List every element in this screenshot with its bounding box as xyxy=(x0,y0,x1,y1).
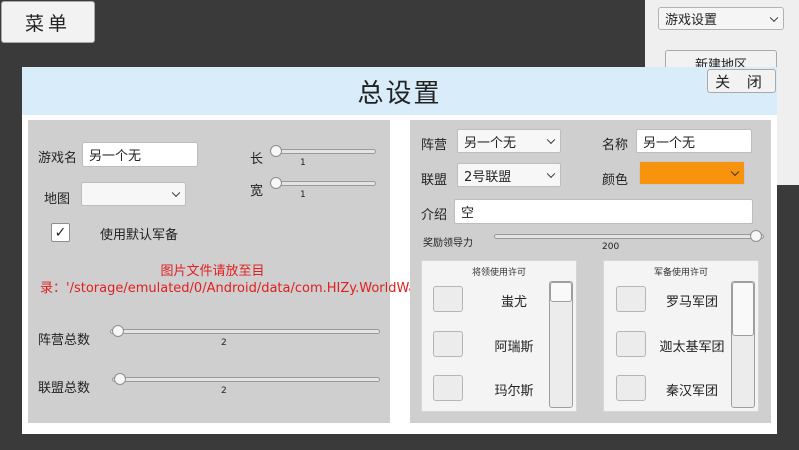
alliance-label: 联盟 xyxy=(421,173,448,188)
slider-track xyxy=(270,181,376,186)
general-permission-list: 将领使用许可 蚩尤 阿瑞斯 玛尔斯 xyxy=(421,260,577,412)
intro-input[interactable]: 空 xyxy=(454,199,753,224)
faction-label: 阵营 xyxy=(421,138,448,153)
equipment-name: 罗马军团 xyxy=(665,295,718,310)
equipment-list-scrollbar[interactable] xyxy=(731,281,755,408)
width-value: 1 xyxy=(300,190,306,200)
reward-label: 奖励领导力 xyxy=(423,238,473,249)
equipment-permission-list: 军备使用许可 罗马军团 迦太基军团 秦汉军团 xyxy=(603,260,759,412)
general-name: 蚩尤 xyxy=(500,295,527,310)
faction-total-value: 2 xyxy=(221,338,227,348)
list-item: 罗马军团 xyxy=(616,286,736,316)
scrollbar-handle[interactable] xyxy=(732,282,754,336)
game-settings-dropdown-value: 游戏设置 xyxy=(665,13,718,28)
map-dropdown[interactable] xyxy=(81,182,186,206)
list-item: 玛尔斯 xyxy=(433,375,563,405)
chevron-down-icon xyxy=(730,167,740,177)
default-equipment-label: 使用默认军备 xyxy=(100,228,179,243)
game-name-label: 游戏名 xyxy=(38,151,78,166)
alliance-total-slider[interactable] xyxy=(112,373,380,385)
slider-track xyxy=(270,149,376,154)
chevron-down-icon xyxy=(171,188,181,198)
game-settings-panel: 游戏名 另一个无 地图 长 1 宽 1 ✓ 使用默认军备 图片文件请放至目录：'… xyxy=(28,120,621,423)
faction-total-slider[interactable] xyxy=(110,325,380,337)
close-button[interactable]: 关 闭 xyxy=(707,69,776,93)
slider-thumb[interactable] xyxy=(750,230,762,242)
permission-checkbox[interactable] xyxy=(616,375,646,401)
alliance-dropdown-value: 2号联盟 xyxy=(464,169,512,185)
list-item: 蚩尤 xyxy=(433,286,563,316)
general-list-scrollbar[interactable] xyxy=(549,281,573,408)
menu-button[interactable]: 菜单 xyxy=(1,1,95,43)
length-value: 1 xyxy=(300,158,306,168)
chevron-down-icon xyxy=(546,135,556,145)
general-name: 阿瑞斯 xyxy=(494,340,534,355)
permission-checkbox[interactable] xyxy=(433,375,463,401)
alliance-total-label: 联盟总数 xyxy=(38,381,91,396)
faction-total-label: 阵营总数 xyxy=(38,333,91,348)
intro-label: 介绍 xyxy=(421,208,448,223)
alliance-dropdown[interactable]: 2号联盟 xyxy=(457,163,561,187)
dialog-title: 总设置 xyxy=(357,79,442,109)
permission-checkbox[interactable] xyxy=(433,331,463,357)
game-name-input[interactable]: 另一个无 xyxy=(82,142,198,167)
equipment-permission-title: 军备使用许可 xyxy=(653,268,708,278)
length-label: 长 xyxy=(250,152,264,167)
permission-checkbox[interactable] xyxy=(616,331,646,357)
permission-checkbox[interactable] xyxy=(616,286,646,312)
name-input[interactable]: 另一个无 xyxy=(636,129,752,153)
permission-checkbox[interactable] xyxy=(433,286,463,312)
general-name: 玛尔斯 xyxy=(494,384,534,399)
general-permission-title: 将领使用许可 xyxy=(471,268,526,278)
chevron-down-icon xyxy=(769,13,779,22)
slider-track xyxy=(112,377,380,382)
scrollbar-handle[interactable] xyxy=(550,282,572,302)
slider-thumb[interactable] xyxy=(270,177,282,189)
length-slider[interactable] xyxy=(270,145,376,157)
slider-thumb[interactable] xyxy=(114,373,126,385)
reward-slider[interactable] xyxy=(494,230,764,242)
slider-thumb[interactable] xyxy=(112,325,124,337)
default-equipment-checkbox[interactable]: ✓ xyxy=(51,223,70,242)
slider-track xyxy=(494,234,764,239)
reward-value: 200 xyxy=(602,242,620,252)
color-label: 颜色 xyxy=(602,173,629,188)
color-dropdown[interactable] xyxy=(639,161,745,185)
dialog-header: 总设置 关 闭 xyxy=(22,67,777,115)
width-label: 宽 xyxy=(250,184,264,199)
settings-dialog: 总设置 关 闭 游戏名 另一个无 地图 长 1 宽 1 ✓ 使用默认军备 图片文… xyxy=(22,67,777,434)
width-slider[interactable] xyxy=(270,177,376,189)
alliance-total-value: 2 xyxy=(221,386,227,396)
map-label: 地图 xyxy=(44,192,71,207)
faction-dropdown[interactable]: 另一个无 xyxy=(457,129,561,153)
equipment-name: 迦太基军团 xyxy=(659,340,725,355)
list-item: 阿瑞斯 xyxy=(433,331,563,361)
name-label: 名称 xyxy=(602,138,629,153)
slider-thumb[interactable] xyxy=(270,145,282,157)
list-item: 秦汉军团 xyxy=(616,375,736,405)
faction-dropdown-value: 另一个无 xyxy=(464,135,517,151)
faction-settings-panel: 阵营 另一个无 名称 另一个无 联盟 2号联盟 颜色 介绍 空 奖励领导力 20… xyxy=(410,120,771,423)
image-path-note: 图片文件请放至目录：'/storage/emulated/0/Android/d… xyxy=(40,264,621,296)
chevron-down-icon xyxy=(546,169,556,179)
slider-track xyxy=(110,329,380,334)
list-item: 迦太基军团 xyxy=(616,331,736,361)
game-settings-dropdown[interactable]: 游戏设置 xyxy=(658,7,784,30)
equipment-name: 秦汉军团 xyxy=(665,384,718,399)
